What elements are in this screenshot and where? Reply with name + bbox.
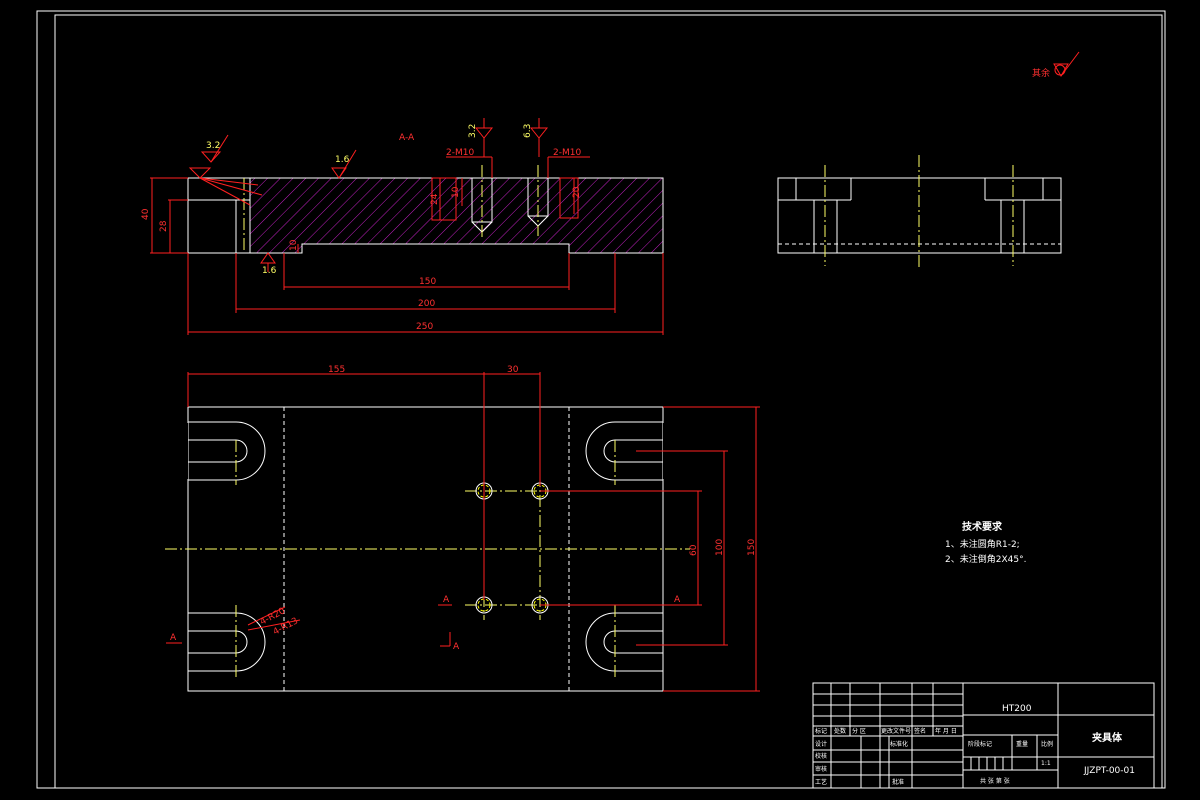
dim-10a: 10 [451,186,461,198]
dim-60: 60 [689,544,699,556]
tb-part-name: 夹具体 [1092,731,1123,744]
tb-process: 工艺 [815,778,827,786]
roughness-r2: 1.6 [335,155,350,165]
side-view [777,155,1062,270]
dim-10b: 10 [289,239,299,251]
tech-item-2: 2、未注倒角2X45°. [945,553,1026,565]
tb-material: HT200 [1002,704,1032,714]
top-view [165,406,690,692]
roughness-r5: 1.6 [262,266,277,276]
roughness-r3: 3.2 [468,124,478,138]
top-dimensions [166,372,760,692]
tb-sheets: 共 张 第 张 [980,777,1010,785]
tb-scale: 1:1 [1041,760,1051,767]
tb-stage: 阶段标记 [968,740,992,748]
tb-review: 审核 [815,765,827,773]
section-mark-1: A [170,633,177,643]
section-label: A-A [399,133,415,143]
section-view [187,165,664,254]
tb-design: 设计 [815,740,827,748]
roughness-r4: 6.3 [523,124,533,138]
dim-200: 200 [418,299,435,309]
dim-30: 30 [507,365,519,375]
tb-label-change: 更改文件号 [881,727,911,735]
tb-weight: 重量 [1016,740,1028,748]
tb-label-sign: 签名 [914,727,926,735]
dim-250: 250 [416,322,433,332]
tech-item-1: 1、未注圆角R1-2; [945,538,1020,550]
dim-28: 28 [159,220,169,232]
dim-2m10-left: 2-M10 [446,148,474,158]
dim-20: 20 [572,186,582,198]
tb-std: 标准化 [890,740,908,748]
inner-frame [54,14,1163,789]
tb-ratio: 比例 [1041,740,1053,748]
tb-label-date: 年 月 日 [935,727,957,735]
dim-24: 24 [430,193,440,205]
dim-150-horizontal: 150 [419,277,436,287]
dim-2m10-right: 2-M10 [553,148,581,158]
tb-drawing-no: JJZPT-00-01 [1083,766,1135,776]
tech-title: 技术要求 [962,520,1003,533]
tb-check: 校核 [815,752,827,760]
dim-100: 100 [715,539,725,556]
other-roughness-label: 其余 [1032,67,1050,79]
dim-40: 40 [141,208,151,220]
tb-label-count: 处数 [834,727,846,735]
section-mark-4: A [674,595,681,605]
section-mark-2: A [443,595,450,605]
tb-approve: 批准 [892,778,904,786]
section-mark-3: A [453,642,460,652]
cad-drawing: A-A 其余 3.2 1.6 3.2 6.3 1.6 40 28 2-M10 2… [36,10,1166,789]
roughness-r1: 3.2 [206,141,220,151]
dim-155: 155 [328,365,345,375]
tb-label-mark: 标记 [815,727,827,735]
dim-150-vertical: 150 [747,539,757,556]
tb-label-zone: 分 区 [852,727,866,735]
